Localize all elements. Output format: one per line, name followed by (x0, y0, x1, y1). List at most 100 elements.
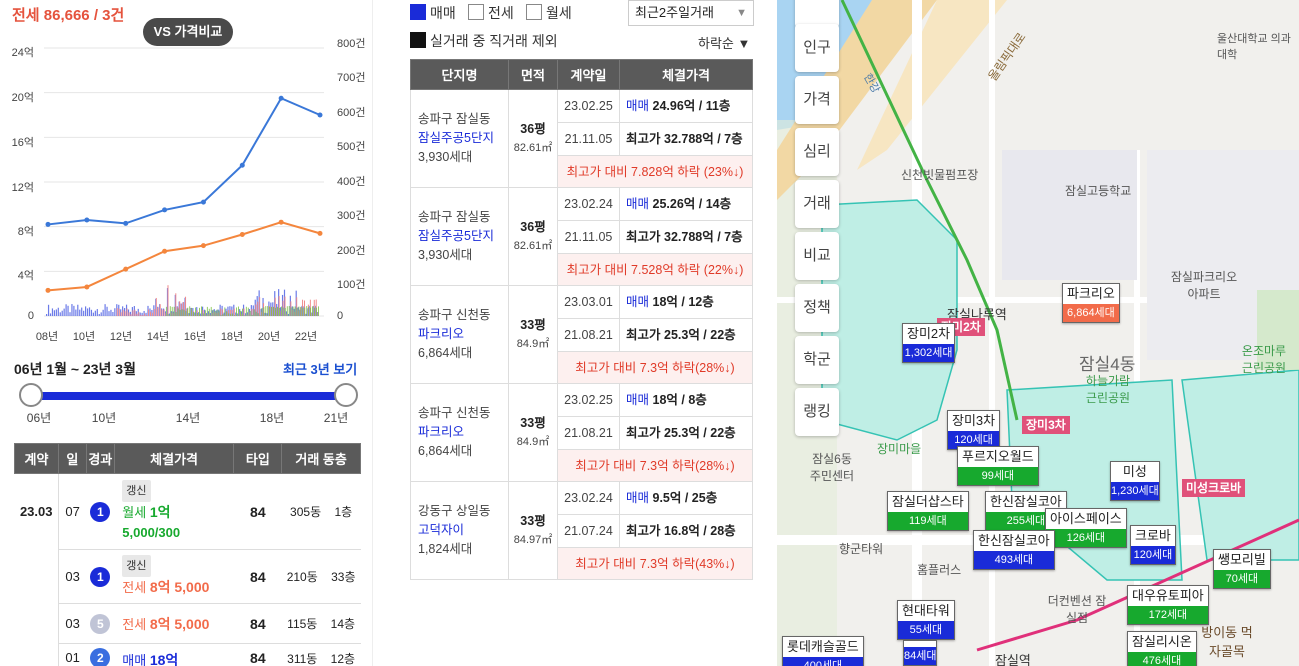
volume-bar (146, 315, 148, 316)
volume-bar (169, 306, 171, 316)
col-date: 계약일 (557, 59, 620, 90)
data-point (200, 199, 206, 205)
volume-bar (69, 312, 71, 316)
complex-row[interactable]: 송파구 잠실동 잠실주공5단지 3,930세대 36평 82.61㎡ 23.02.25 매매… (410, 89, 753, 188)
complex-name-link[interactable]: 파크리오 (418, 423, 508, 442)
volume-bar (265, 306, 267, 316)
volume-bar (302, 307, 304, 316)
deal-date: 23.02.24 (557, 187, 620, 221)
complex-pin[interactable]: 장미3차 120세대 (947, 410, 1001, 450)
volume-bar (53, 310, 55, 316)
filter-rent-checkbox[interactable] (526, 4, 542, 20)
side-btn-ranking[interactable]: 랭킹 (795, 388, 839, 436)
slider-end-handle[interactable] (334, 383, 358, 407)
volume-bar (191, 307, 193, 316)
side-btn-policy[interactable]: 정책 (795, 284, 839, 332)
volume-bar (273, 306, 274, 316)
complex-pin[interactable]: 잠실리시온 476세대 (1127, 631, 1197, 666)
complex-pin[interactable]: 장미2차 1,302세대 (902, 323, 956, 363)
volume-bar (251, 314, 253, 316)
volume-bar (298, 306, 300, 316)
volume-bar (271, 306, 273, 316)
side-btn-compare[interactable]: 비교 (795, 232, 839, 280)
station-label[interactable]: 미성크로바 (1182, 479, 1246, 497)
table-row[interactable]: 01 2 매매 18억 84 311동 12층 (15, 643, 361, 666)
volume-bar (212, 309, 214, 316)
map-view[interactable]: 인구 가격 심리 거래 비교 정책 학군 랭킹 울산대학교 의과대학 신천빗물펌… (777, 0, 1299, 666)
floor: 1층 (334, 505, 353, 519)
area-type: 84 (233, 603, 282, 644)
table-row[interactable]: 03 5 전세 8억 5,000 84 115동 14층 (15, 603, 361, 644)
y-tick-right: 300건 (337, 210, 366, 222)
complex-name-link[interactable]: 파크리오 (418, 325, 508, 344)
complex-name-link[interactable]: 고덕자이 (418, 521, 508, 540)
day: 01 (58, 643, 87, 666)
recent-3years-link[interactable]: 최근 3년 보기 (283, 359, 357, 378)
complex-pin[interactable]: 크로바 120세대 (1130, 525, 1176, 565)
renewal-tag: 갱신 (122, 555, 151, 577)
complex-pin[interactable]: 84세대 (903, 640, 938, 666)
deal-date: 23.03.01 (557, 285, 620, 319)
side-btn-trade[interactable]: 거래 (795, 180, 839, 228)
side-btn-population[interactable]: 인구 (795, 24, 839, 72)
volume-bar (269, 306, 271, 316)
volume-bar (224, 307, 226, 316)
period-slider-track[interactable] (30, 392, 346, 400)
filter-jeonse-checkbox[interactable] (468, 4, 484, 20)
volume-bar (308, 307, 310, 316)
complex-row[interactable]: 송파구 신천동 파크리오 6,864세대 33평 84.9㎡ 23.03.01 매매 18억… (410, 285, 753, 384)
complex-pin[interactable]: 잠실더샵스타 119세대 (887, 491, 969, 531)
volume-bar (201, 306, 202, 316)
complex-pin[interactable]: 한신잠실코아 493세대 (973, 530, 1055, 570)
filter-sale-checkbox[interactable] (410, 4, 426, 20)
complex-pin[interactable]: 현대타워 55세대 (897, 600, 955, 640)
complex-cell: 송파구 잠실동 잠실주공5단지 3,930세대 (410, 187, 509, 286)
x-tick: 12년 (109, 331, 133, 343)
exclude-direct-checkbox[interactable] (410, 32, 426, 48)
drop-text: 최고가 대비 7.3억 하락(28%↓) (557, 351, 753, 384)
complex-name-link[interactable]: 잠실주공5단지 (418, 129, 508, 148)
side-btn-price[interactable]: 가격 (795, 76, 839, 124)
volume-bar (126, 308, 128, 316)
pyeong: 36평 (520, 122, 546, 136)
complex-pin[interactable]: 푸르지오월드 99세대 (957, 446, 1039, 486)
volume-bar (73, 305, 75, 316)
volume-bar (214, 310, 216, 316)
deal-price: 1억 (149, 504, 171, 520)
complex-pin[interactable]: 대우유토피아 172세대 (1127, 585, 1209, 625)
sort-dropdown[interactable]: 하락순 ▼ (698, 33, 750, 52)
volume-bar (118, 308, 120, 316)
complex-row[interactable]: 송파구 신천동 파크리오 6,864세대 33평 84.9㎡ 23.02.25 매매 18억… (410, 383, 753, 482)
complex-pin[interactable]: 롯데캐슬골드 400세대 (782, 636, 864, 666)
side-btn-school[interactable]: 학군 (795, 336, 839, 384)
period-select[interactable]: 최근2주일거래 ▼ (628, 0, 754, 26)
slider-start-handle[interactable] (19, 383, 43, 407)
complex-pin[interactable]: 미성 1,230세대 (1110, 461, 1160, 501)
complex-row[interactable]: 송파구 잠실동 잠실주공5단지 3,930세대 36평 82.61㎡ 23.02.24 매매… (410, 187, 753, 286)
filter-rent-label: 월세 (546, 5, 572, 21)
dong: 115동 (287, 617, 318, 631)
station-label[interactable]: 장미3차 (1022, 416, 1070, 434)
complex-pin[interactable]: 아이스페이스 126세대 (1045, 508, 1127, 548)
households: 3,930세대 (418, 248, 473, 262)
area-type: 84 (233, 643, 282, 666)
complex-pin[interactable]: 파크리오 6,864세대 (1062, 283, 1120, 323)
volume-bar (282, 307, 284, 316)
drop-text: 최고가 대비 7.828억 하락 (23%↓) (557, 155, 753, 188)
y-tick-right: 700건 (337, 72, 366, 84)
table-row[interactable]: 23.03 07 1 갱신 월세 1억 5,000/300 84 305동 1층 (14, 473, 361, 666)
data-point (84, 217, 90, 223)
deal-price: 8억 5,000 (149, 615, 210, 632)
table-row[interactable]: 03 1 갱신 전세 8억 5,000 84 210동 33층 (15, 549, 361, 604)
complex-row[interactable]: 강동구 상일동 고덕자이 1,824세대 33평 84.97㎡ 23.02.24 매매 9.… (410, 481, 753, 580)
volume-bar (86, 308, 89, 316)
data-point (278, 95, 284, 101)
volume-bar (286, 306, 288, 316)
side-btn-sentiment[interactable]: 심리 (795, 128, 839, 176)
volume-bar (304, 307, 306, 316)
complex-pin[interactable]: 쌩모리빌 70세대 (1213, 549, 1271, 589)
volume-bar (116, 308, 118, 316)
y-tick-right: 200건 (337, 245, 366, 257)
y-tick-left: 24억 (11, 47, 34, 59)
complex-name-link[interactable]: 잠실주공5단지 (418, 227, 508, 246)
